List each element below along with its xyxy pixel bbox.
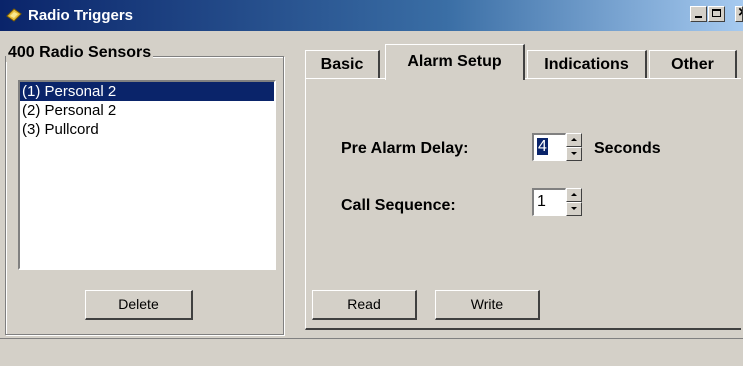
spin-down-icon[interactable] (566, 147, 582, 161)
call-sequence-input[interactable]: 1 (532, 188, 566, 216)
pre-alarm-delay-stepper[interactable] (566, 133, 582, 161)
write-button[interactable]: Write (435, 290, 540, 320)
pre-alarm-delay-input[interactable]: 4 (532, 133, 566, 161)
spin-up-icon[interactable] (566, 133, 582, 147)
radio-trigger-icon (6, 8, 22, 22)
tab-basic[interactable]: Basic (305, 50, 380, 78)
tab-other[interactable]: Other (649, 50, 737, 78)
pre-alarm-unit-label: Seconds (594, 140, 661, 157)
delete-button[interactable]: Delete (85, 290, 193, 320)
call-sequence-stepper[interactable] (566, 188, 582, 216)
spin-down-icon[interactable] (566, 202, 582, 216)
tab-indications[interactable]: Indications (527, 50, 647, 78)
title-bar[interactable]: Radio Triggers (0, 0, 743, 31)
spin-up-icon[interactable] (566, 188, 582, 202)
sensor-list[interactable]: (1) Personal 2 (2) Personal 2 (3) Pullco… (18, 80, 276, 270)
tab-alarm-setup[interactable]: Alarm Setup (385, 44, 525, 80)
status-bar (0, 338, 743, 366)
close-button[interactable] (735, 6, 743, 22)
sensor-list-item[interactable]: (2) Personal 2 (20, 101, 274, 120)
read-button[interactable]: Read (312, 290, 417, 320)
window-title: Radio Triggers (28, 7, 134, 24)
alarm-setup-panel: Pre Alarm Delay: 4 Seconds Call Sequence… (305, 78, 741, 330)
sensor-list-item[interactable]: (3) Pullcord (20, 120, 274, 139)
call-sequence-value: 1 (537, 193, 546, 210)
pre-alarm-delay-value: 4 (537, 138, 548, 155)
pre-alarm-delay-label: Pre Alarm Delay: (341, 140, 469, 157)
sensors-group-title: 400 Radio Sensors (6, 44, 154, 62)
sensor-list-item[interactable]: (1) Personal 2 (20, 82, 274, 101)
call-sequence-label: Call Sequence: (341, 197, 456, 214)
minimize-button[interactable] (690, 6, 707, 22)
maximize-button[interactable] (708, 6, 725, 22)
